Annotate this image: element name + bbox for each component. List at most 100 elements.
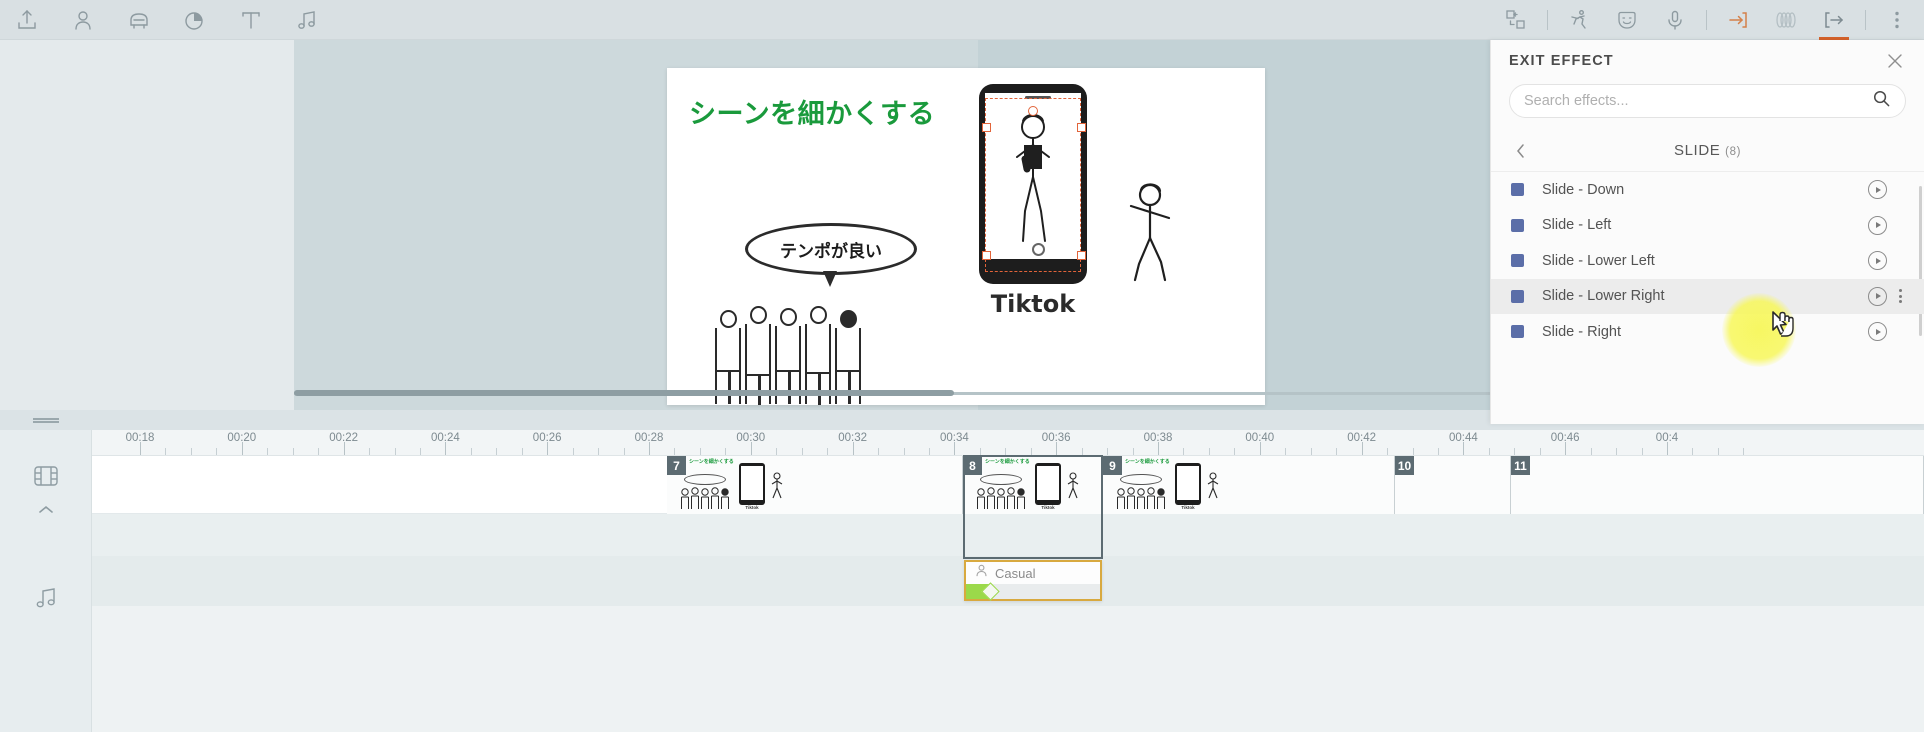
enter-effect-icon[interactable] (1721, 5, 1755, 35)
effect-swatch-icon (1511, 254, 1524, 268)
clip-thumbnail: シーンを細かくする Tiktok (1103, 456, 1394, 514)
effect-row[interactable]: Slide - Left (1491, 208, 1924, 244)
play-preview-icon[interactable] (1868, 180, 1887, 200)
ruler-tick-minor (979, 448, 981, 455)
timeline-resize-grip[interactable] (33, 418, 59, 423)
ruler-tick-minor (419, 448, 421, 455)
crowd-illustration (715, 276, 885, 405)
resize-handle-bl[interactable] (982, 251, 991, 260)
play-preview-icon[interactable] (1868, 322, 1887, 342)
ruler-label: 00:42 (1347, 432, 1376, 444)
video-track-header[interactable] (0, 448, 92, 538)
search-effects-box[interactable] (1509, 84, 1906, 118)
ruler-tick-minor (1183, 448, 1185, 455)
furniture-icon[interactable] (122, 5, 156, 35)
ruler-label: 00:26 (532, 432, 562, 444)
ruler-label: 00:28 (634, 432, 664, 444)
resize-handle-tr[interactable] (1077, 123, 1086, 132)
ruler-tick-minor (1132, 448, 1134, 455)
timeline-clip[interactable]: シーンを細かくする Tiktok 9 (1103, 456, 1395, 514)
microphone-icon[interactable] (1658, 5, 1692, 35)
audio-track-header[interactable] (0, 580, 92, 620)
casual-effect-header: Casual (966, 562, 1100, 584)
play-preview-icon[interactable] (1868, 251, 1887, 271)
person-icon (975, 564, 988, 582)
exit-effect-icon[interactable] (1817, 5, 1851, 40)
effect-label: Slide - Left (1542, 217, 1612, 234)
video-track[interactable]: シーンを細かくする Tiktok 7 シーンを細かくする Tiktok 8 シーンを細かくす… (92, 456, 1924, 514)
canvas-horizontal-scrollbar[interactable] (294, 390, 1490, 396)
ruler-label: 00:32 (838, 432, 867, 444)
preview-canvas[interactable]: シーンを細かくする テンポが良い Tiktok (667, 68, 1265, 405)
casual-effect-item[interactable]: Casual (964, 560, 1102, 601)
ruler-tick-minor (1412, 448, 1414, 455)
back-chevron-icon[interactable] (1511, 141, 1531, 161)
character-icon[interactable] (66, 5, 100, 35)
expression-icon[interactable] (1610, 5, 1644, 35)
search-input[interactable] (1524, 93, 1872, 109)
resize-handle-br[interactable] (1077, 251, 1086, 260)
track-area[interactable]: シーンを細かくする Tiktok 7 シーンを細かくする Tiktok 8 シーンを細かくす… (92, 455, 1924, 732)
effect-row[interactable]: Slide - Down (1491, 172, 1924, 208)
effects-list[interactable]: Slide - Down Slide - Left Slide - Lower Le… (1491, 172, 1924, 430)
ruler-tick-minor (496, 448, 498, 455)
ruler-label: 00:34 (940, 432, 969, 444)
effect-row[interactable]: Slide - Right (1491, 314, 1924, 350)
ruler-tick-minor (1539, 448, 1541, 455)
ruler-tick-minor (165, 448, 167, 455)
toolbar-right-group (1499, 5, 1924, 40)
scrollbar-thumb[interactable] (294, 390, 954, 396)
effect-swatch-icon (1511, 289, 1524, 303)
ruler-label: 00:36 (1041, 432, 1071, 444)
timeline-ruler[interactable]: 00:18 00:20 00:22 00:24 00:26 00:28 00:30 00:32… (92, 430, 1924, 456)
transition-icon[interactable] (1499, 5, 1533, 35)
ruler-tick-minor (1616, 448, 1618, 455)
clip-thumbnail: シーンを細かくする Tiktok (963, 456, 1102, 514)
rotate-handle[interactable] (1028, 106, 1038, 116)
casual-effect-duration-bar[interactable] (966, 582, 1100, 601)
chart-icon[interactable] (178, 5, 212, 35)
toolbar-divider (1865, 9, 1866, 30)
panel-title: EXIT EFFECT (1509, 53, 1614, 69)
effect-subtrack[interactable] (92, 514, 1924, 556)
ruler-tick-minor (1285, 448, 1287, 455)
timeline-clip[interactable]: 11 (1511, 456, 1924, 514)
play-preview-icon[interactable] (1868, 215, 1887, 235)
more-options-icon[interactable] (1880, 5, 1914, 35)
ruler-tick-minor (318, 448, 320, 455)
ruler-label: 00:18 (125, 432, 155, 444)
video-editor-app: シーンを細かくする テンポが良い Tiktok EXIT EFFECT Sear… (0, 0, 1924, 732)
ruler-tick-minor (369, 448, 371, 455)
play-preview-icon[interactable] (1868, 286, 1887, 306)
ruler-tick-minor (521, 448, 523, 455)
selection-frame[interactable] (985, 98, 1081, 272)
timeline-clip[interactable]: シーンを細かくする Tiktok 8 (963, 456, 1103, 514)
ruler-tick-minor (1336, 448, 1338, 455)
effect-more-options-icon[interactable] (1892, 289, 1908, 304)
motion-path-icon[interactable] (1562, 5, 1596, 35)
ruler-tick-minor (394, 448, 396, 455)
close-icon[interactable] (1884, 50, 1906, 72)
clip-number: 10 (1395, 456, 1414, 475)
ruler-tick-minor (1488, 448, 1490, 455)
ruler-label: 00:22 (329, 432, 358, 444)
category-bar: SLIDE (8) (1491, 130, 1924, 172)
empty-track-area[interactable] (92, 606, 1924, 732)
resize-handle-tl[interactable] (982, 123, 991, 132)
tiktok-label: Tiktok (990, 290, 1076, 318)
ruler-tick-minor (190, 448, 192, 455)
ruler-label: 00:44 (1449, 432, 1478, 444)
sound-effect-icon[interactable] (1769, 5, 1803, 35)
effect-row[interactable]: Slide - Lower Right (1491, 278, 1924, 314)
ruler-tick-minor (1717, 448, 1719, 455)
timeline-clip[interactable]: 10 (1395, 456, 1511, 514)
ruler-tick-minor (1692, 448, 1694, 455)
ruler-tick-minor (572, 448, 574, 455)
music-icon[interactable] (290, 5, 324, 35)
collapse-track-chevron-icon[interactable] (37, 503, 55, 521)
search-icon[interactable] (1872, 89, 1891, 113)
effect-row[interactable]: Slide - Lower Left (1491, 243, 1924, 279)
upload-icon[interactable] (10, 5, 44, 35)
text-icon[interactable] (234, 5, 268, 35)
timeline-clip[interactable]: シーンを細かくする Tiktok 7 (667, 456, 963, 514)
